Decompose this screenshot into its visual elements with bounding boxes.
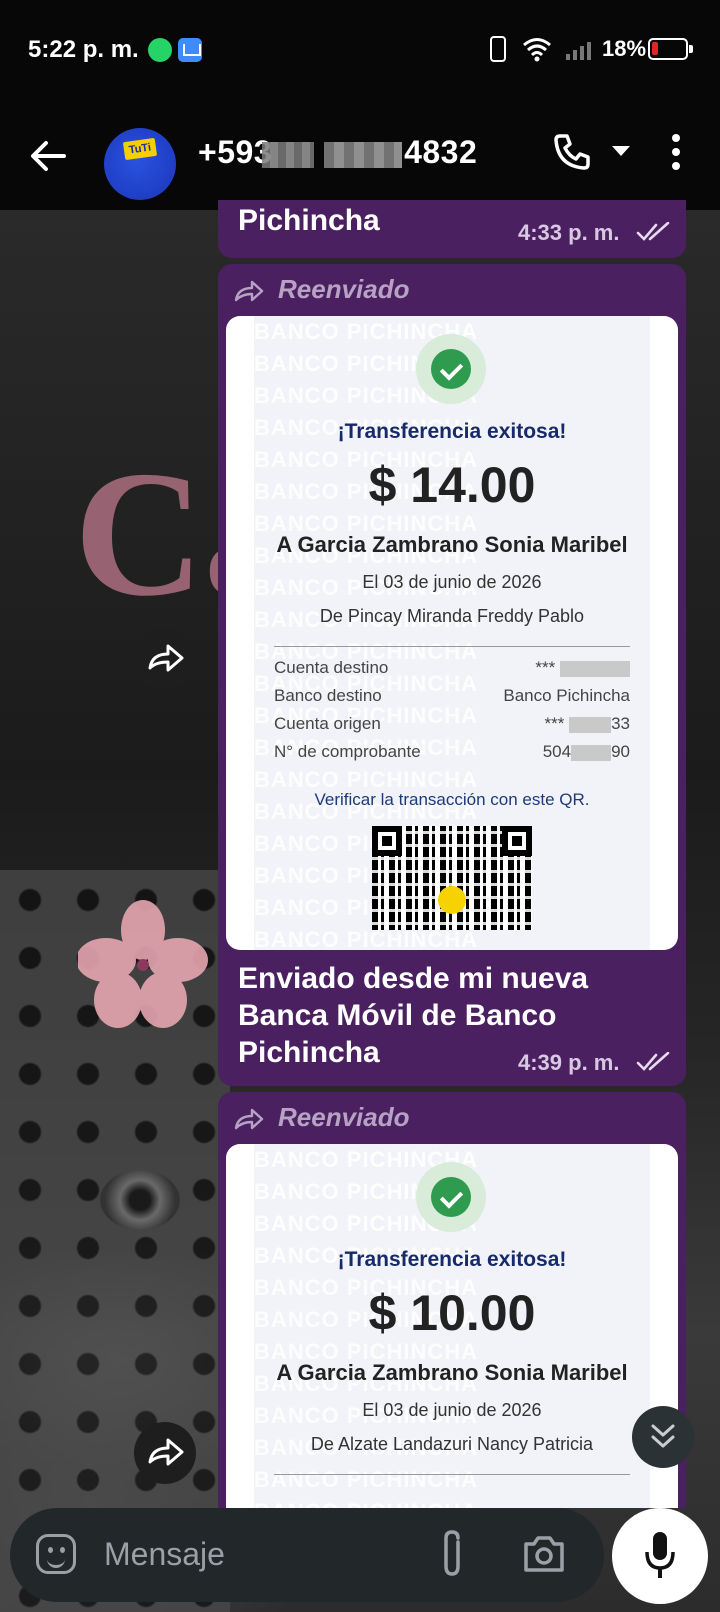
message-input[interactable] (104, 1532, 424, 1576)
row-key: Banco destino (274, 686, 382, 705)
receipt-amount: $ 10.00 (368, 1285, 536, 1341)
receipt-title: ¡Transferencia exitosa! (337, 1248, 567, 1271)
contact-suffix: 4832 (404, 134, 478, 170)
avatar[interactable]: TuTi (104, 128, 176, 200)
success-check-icon (416, 334, 486, 404)
receipt-recipient: A Garcia Zambrano Sonia Maribel (276, 532, 628, 557)
qr-logo (438, 886, 466, 914)
wallpaper-flower (78, 900, 208, 1028)
message-bubble[interactable]: Pichincha 4:33 p. m. (218, 200, 686, 258)
battery-icon (648, 38, 693, 60)
emoji-icon[interactable] (36, 1534, 76, 1574)
receipt-image[interactable]: BANCO PICHINCHA BANCO PICHINCHA BANCO PIC… (226, 316, 678, 950)
receipt-date: El 03 de junio de 2026 (362, 1400, 542, 1420)
receipt-sender: De Pincay Miranda Freddy Pablo (319, 606, 585, 626)
battery-percent: 18% (602, 36, 647, 61)
redacted-block (324, 142, 402, 168)
status-time: 5:22 p. m. (28, 36, 139, 63)
row-value: *** 33 (544, 714, 630, 733)
receipt-row: Banco destino Banco Pichincha (274, 686, 630, 712)
receipt-row: N° de comprobante 504 90 (274, 742, 630, 768)
forward-icon (148, 644, 184, 672)
more-vert-icon[interactable] (672, 134, 680, 170)
receipt-divider (274, 646, 630, 647)
forwarded-icon (234, 1108, 264, 1130)
message-composer (10, 1508, 604, 1602)
read-ticks-icon (636, 1052, 670, 1071)
status-bar: 5:22 p. m. 18% (0, 0, 720, 100)
receipt-row: Cuenta origen *** 33 (274, 714, 630, 740)
message-bubble[interactable]: Reenviado BANCO PICHINCHA BANCO PICHINCHA… (218, 1092, 686, 1508)
contact-prefix: +593 (198, 134, 273, 170)
wallpaper-eye (100, 1170, 180, 1230)
forwarded-icon (234, 280, 264, 302)
forwarded-label: Reenviado (278, 1102, 410, 1132)
receipt-row: Cuenta destino *** (274, 658, 630, 684)
mail-icon (178, 38, 202, 62)
message-time: 4:33 p. m. (518, 220, 620, 245)
mic-icon (645, 1532, 675, 1578)
forward-button[interactable] (134, 1422, 196, 1484)
row-value: 504 90 (542, 742, 630, 761)
row-key: Cuenta destino (274, 658, 389, 677)
receipt-title: ¡Transferencia exitosa! (337, 420, 567, 443)
redacted-block (262, 142, 314, 168)
receipt-image[interactable]: BANCO PICHINCHA BANCO PICHINCHA BANCO PIC… (226, 1144, 678, 1508)
receipt-verify-text: Verificar la transacción con este QR. (314, 790, 590, 809)
forward-button[interactable] (134, 628, 196, 690)
camera-icon[interactable] (522, 1532, 566, 1576)
read-ticks-icon (636, 222, 670, 241)
double-chevron-down-icon (651, 1424, 675, 1448)
phone-icon[interactable] (552, 132, 592, 172)
row-value: *** (535, 658, 630, 678)
receipt-amount: $ 14.00 (368, 457, 536, 513)
forward-icon (148, 1438, 184, 1466)
qr-code (372, 826, 532, 930)
receipt-date: El 03 de junio de 2026 (362, 572, 542, 592)
message-bubble[interactable]: Reenviado BANCO PICHINCHA BANCO PICHINCHA… (218, 264, 686, 1086)
whatsapp-icon (148, 38, 172, 62)
qr-finder (372, 826, 402, 856)
wifi-icon (523, 38, 551, 62)
mic-button[interactable] (612, 1508, 708, 1604)
receipt-sender: De Alzate Landazuri Nancy Patricia (310, 1434, 594, 1454)
scroll-down-button[interactable] (632, 1406, 694, 1468)
back-arrow-icon[interactable] (28, 136, 68, 176)
signal-icon (566, 42, 591, 60)
forwarded-label: Reenviado (278, 274, 410, 304)
success-check-icon (416, 1162, 486, 1232)
vibrate-icon (490, 36, 506, 62)
qr-finder (502, 826, 532, 856)
avatar-logo-text: TuTi (122, 137, 158, 161)
chevron-down-icon[interactable] (612, 146, 630, 156)
receipt-recipient: A Garcia Zambrano Sonia Maribel (276, 1360, 628, 1385)
row-key: Cuenta origen (274, 714, 381, 733)
attach-icon[interactable] (434, 1528, 470, 1580)
message-text: Pichincha (238, 204, 380, 237)
row-key: N° de comprobante (274, 742, 421, 761)
message-time: 4:39 p. m. (518, 1050, 620, 1075)
row-value: Banco Pichincha (503, 686, 630, 705)
receipt-divider (274, 1474, 630, 1475)
chat-header: TuTi +593 4832 (0, 100, 720, 210)
